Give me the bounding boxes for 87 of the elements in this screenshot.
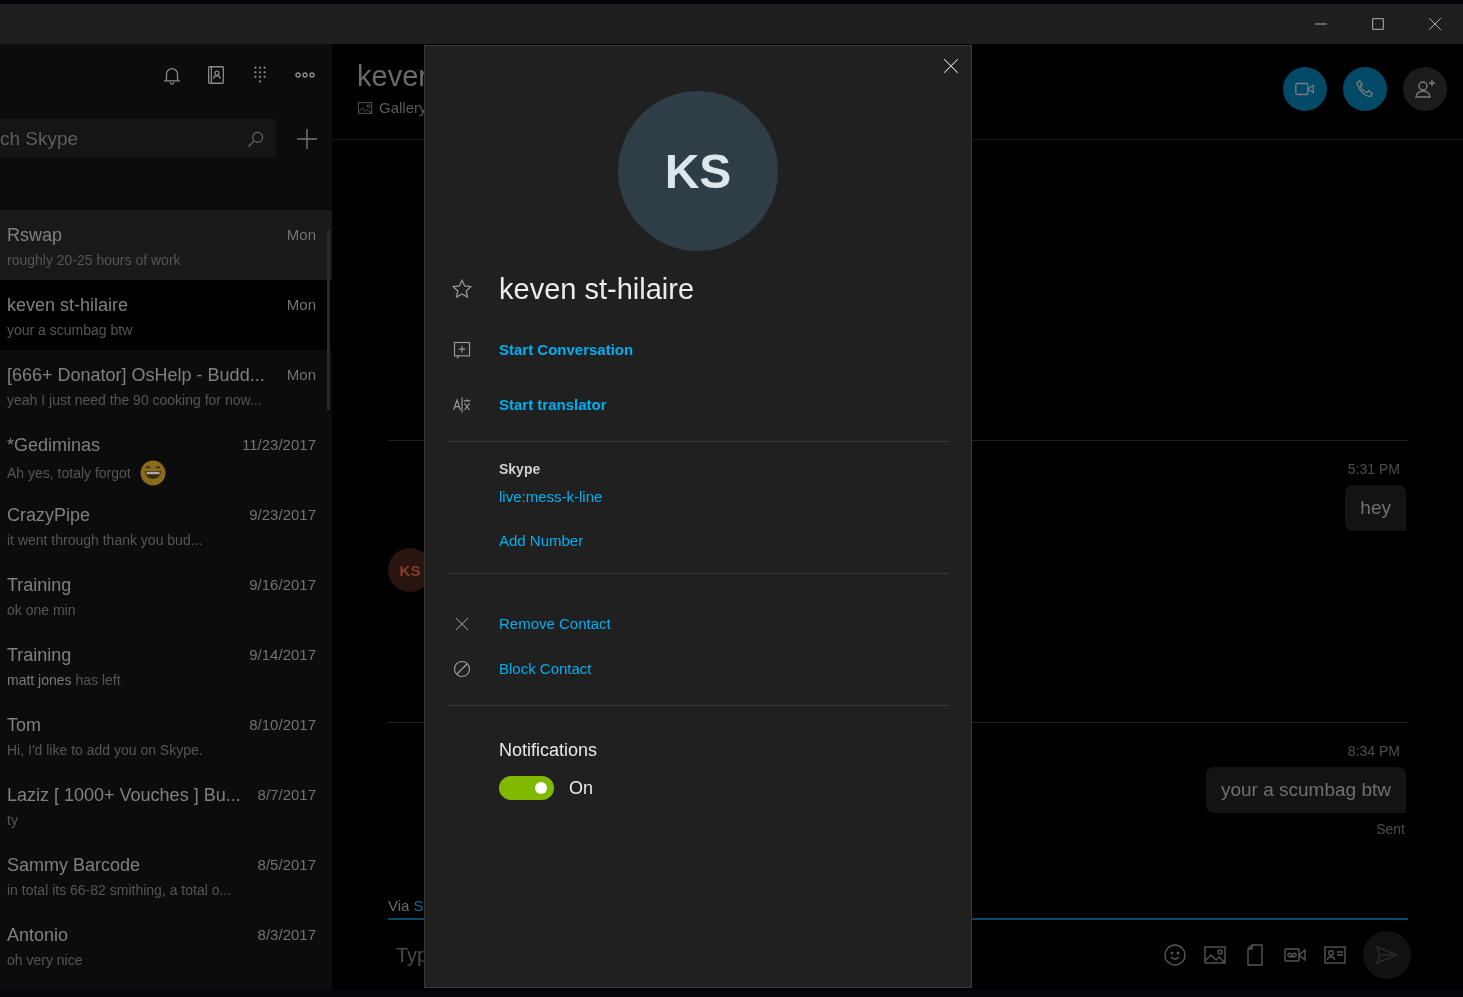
chat-preview: roughly 20-25 hours of work [7, 251, 181, 270]
chat-preview: oh very nice [7, 951, 83, 970]
chat-name: keven st-hilaire [7, 294, 129, 317]
chat-preview: yeah I just need the 90 cooking for now... [7, 391, 262, 410]
chat-name: [666+ Donator] OsHelp - Budd... [7, 364, 265, 387]
contact-book-icon[interactable] [205, 64, 227, 86]
chat-list-item[interactable]: CrazyPipe 9/23/2017 it went through thank you bud... [0, 490, 332, 560]
chat-preview: your a scumbag btw [7, 321, 133, 340]
chat-name: Antonio [7, 924, 69, 947]
profile-avatar: KS [618, 91, 778, 251]
section-label: Skype [499, 460, 541, 479]
message-bubble: hey [1345, 485, 1406, 531]
add-person-icon [1413, 77, 1437, 101]
contact-card-icon[interactable] [1323, 943, 1347, 967]
chat-name: Sammy Barcode [7, 854, 141, 877]
chat-name: Tom [7, 714, 41, 737]
contact-action-link[interactable]: Block Contact [499, 660, 592, 677]
scrollbar[interactable] [327, 230, 330, 410]
add-number-link[interactable]: Add Number [499, 531, 584, 551]
chat-time: 8/7/2017 [257, 785, 316, 805]
chat-list-item[interactable]: [666+ Donator] OsHelp - Budd... Mon yeah I just need the 90 cooking for now... [0, 350, 332, 420]
send-icon [1375, 943, 1399, 967]
chat-time: 9/16/2017 [249, 575, 316, 595]
close-button[interactable] [942, 57, 960, 75]
search-field[interactable]: ch Skype [0, 119, 276, 158]
contact-action-link[interactable]: Remove Contact [499, 615, 611, 632]
chat-list-item[interactable]: Training 9/14/2017 matt jones has left [0, 630, 332, 700]
action-link[interactable]: Start Conversation [499, 341, 634, 358]
conversation-title: kever [357, 59, 428, 94]
skype-link[interactable]: S [413, 897, 424, 914]
chat-list-item[interactable]: Tom 8/10/2017 Hi, I'd like to add you on Skype. [0, 700, 332, 770]
image-icon[interactable] [1203, 943, 1227, 967]
add-people-button[interactable] [1403, 67, 1447, 111]
chat-name: *Gediminas [7, 434, 101, 457]
close-icon [942, 57, 960, 75]
video-call-button[interactable] [1283, 67, 1327, 111]
chat-time: 8/3/2017 [257, 925, 316, 945]
plus-icon[interactable] [295, 126, 319, 151]
chat-name: Training [7, 644, 72, 667]
chat-time: 9/23/2017 [249, 505, 316, 525]
chat-time: 8/5/2017 [257, 855, 316, 875]
chat-name: CrazyPipe [7, 504, 91, 527]
toggle-state-label: On [569, 777, 593, 799]
chat-preview: Hi, I'd like to add you on Skype. [7, 741, 203, 760]
chat-list-item[interactable]: Laziz [ 1000+ Vouches ] Bu... 8/7/2017 ty [0, 770, 332, 840]
block-icon [452, 658, 472, 679]
skype-id-link[interactable]: live:mess-k-line [499, 487, 603, 507]
chat-name: Rswap [7, 224, 63, 247]
chat-name: Training [7, 574, 72, 597]
close-icon [1427, 17, 1442, 31]
emoji-icon[interactable] [1163, 943, 1187, 967]
chat-time: 9/14/2017 [249, 645, 316, 665]
gallery-link[interactable]: Gallery [379, 99, 427, 116]
chat-preview: in total its 66-82 smithing, a total o... [7, 881, 232, 900]
search-icon[interactable] [246, 129, 266, 149]
message-status: Sent [1376, 820, 1405, 839]
chat-preview: Ah yes, totaly forgot [7, 464, 131, 483]
chat-preview: ok one min [7, 601, 76, 620]
maximize-icon [1370, 17, 1385, 31]
chat-time: Mon [286, 365, 316, 385]
chat-list-item[interactable]: Rswap Mon roughly 20-25 hours of work [0, 210, 332, 280]
chat-name: Laziz [ 1000+ Vouches ] Bu... [7, 784, 241, 807]
chat-list-item[interactable]: Training 9/16/2017 ok one min [0, 560, 332, 630]
chat-list-item[interactable]: *Gediminas 11/23/2017 Ah yes, totaly forgot [0, 420, 332, 490]
gallery-icon[interactable] [357, 99, 373, 116]
notifications-toggle[interactable] [499, 776, 554, 800]
chat-list-item[interactable]: Antonio 8/3/2017 oh very nice [0, 910, 332, 980]
chat-time: Mon [286, 225, 316, 245]
call-button[interactable] [1343, 67, 1387, 111]
contact-name: keven st-hilaire [499, 272, 695, 306]
notifications-label: Notifications [499, 739, 599, 762]
message-time: 8:34 PM [1347, 742, 1400, 761]
chat-time: 11/23/2017 [242, 435, 316, 455]
via-text: Via S [388, 897, 424, 914]
chat-list-item[interactable]: keven st-hilaire Mon your a scumbag btw [0, 280, 332, 350]
star-icon[interactable] [451, 278, 473, 300]
message-time: 5:31 PM [1347, 460, 1400, 479]
chat-preview: ty [7, 811, 18, 830]
chat-preview: matt jones has left [7, 671, 121, 690]
chat-list-item[interactable]: Sammy Barcode 8/5/2017 in total its 66-82 smithing, a total o... [0, 840, 332, 910]
phone-icon [1354, 78, 1376, 100]
message-bubble: your a scumbag btw [1205, 767, 1406, 813]
new-chat-icon [452, 339, 472, 360]
action-link[interactable]: Start translator [499, 396, 607, 413]
chat-time: 8/10/2017 [249, 715, 316, 735]
chat-time: Mon [286, 295, 316, 315]
chat-preview: it went through thank you bud... [7, 531, 203, 550]
